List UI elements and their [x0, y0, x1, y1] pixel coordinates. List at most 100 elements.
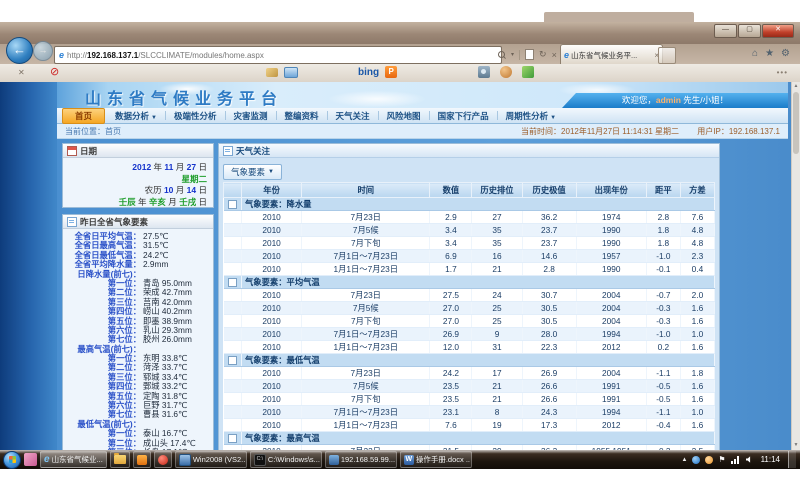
nav-item-8[interactable]: 周期性分析▼ — [500, 110, 562, 122]
back-button[interactable]: ← — [6, 37, 33, 64]
table-row[interactable]: 20107月1日～7月23日23.1824.31994-1.11.0 — [224, 406, 715, 419]
mail-icon[interactable] — [284, 67, 298, 78]
nav-item-label: 极端性分析 — [174, 111, 217, 121]
table-header-row: 年份时间数值历史排位历史极值出现年份距平方差 — [224, 183, 715, 198]
volume-icon[interactable] — [746, 456, 753, 463]
table-row[interactable]: 20107月5候27.02530.52004-0.31.6 — [224, 302, 715, 315]
compatibility-icon[interactable] — [525, 49, 534, 60]
taskbar-window-4[interactable]: Win2008 (VS2... — [175, 451, 247, 468]
nav-item-5[interactable]: 天气关注 — [330, 110, 376, 122]
address-bar[interactable]: e http://192.168.137.1/SLCCLIMATE/module… — [54, 46, 502, 64]
nav-item-6[interactable]: 风险地图 — [381, 110, 427, 122]
table-row[interactable]: 20107月23日24.21726.92004-1.11.8 — [224, 367, 715, 380]
orange-badge-icon[interactable]: P — [385, 66, 397, 78]
action-center-flag-icon[interactable]: ⚑ — [718, 455, 725, 464]
nav-item-label: 国家下行产品 — [438, 111, 489, 121]
taskbar-window-6[interactable]: 192.168.59.99... — [325, 451, 397, 468]
element-filter-button[interactable]: 气象要素 ▼ — [223, 164, 282, 180]
ie-tab-icon: e — [564, 50, 569, 60]
tray-expand-icon[interactable]: ▲ — [681, 457, 687, 463]
taskbar-window-3[interactable] — [154, 451, 172, 468]
group-row[interactable]: 气象要素：最高气温 — [224, 432, 715, 445]
green-app-icon[interactable] — [522, 66, 534, 78]
home-icon[interactable]: ⌂ — [752, 48, 758, 59]
table-cell: -0.3 — [646, 315, 680, 328]
camera-icon[interactable] — [478, 66, 490, 78]
table-row[interactable]: 20107月下旬23.52126.61991-0.51.6 — [224, 393, 715, 406]
toolbar-overflow-icon[interactable]: ••• — [777, 68, 788, 77]
nav-item-7[interactable]: 国家下行产品 — [432, 110, 495, 122]
minimize-button[interactable]: — — [714, 24, 737, 38]
table-row[interactable]: 20107月1日～7月23日6.91614.61957-1.02.3 — [224, 250, 715, 263]
taskbar-window-label: 山东省气候业... — [52, 454, 103, 465]
table-cell: 1.8 — [646, 237, 680, 250]
stop-icon[interactable]: × — [552, 50, 557, 60]
table-row[interactable]: 20107月5候3.43523.719901.84.8 — [224, 224, 715, 237]
nav-item-label: 整编资料 — [285, 111, 319, 121]
calendar-text: 日 — [196, 162, 207, 172]
table-cell: 25 — [472, 302, 522, 315]
chevron-down-icon[interactable]: ▾ — [511, 51, 514, 58]
expand-checkbox[interactable] — [228, 278, 237, 287]
divider — [519, 50, 520, 60]
expand-checkbox[interactable] — [228, 356, 237, 365]
tray-ball-icon[interactable] — [692, 456, 700, 464]
table-row[interactable]: 20107月23日2.92736.219742.87.6 — [224, 211, 715, 224]
nav-item-2[interactable]: 极端性分析 — [168, 110, 223, 122]
start-button[interactable] — [3, 451, 21, 469]
taskbar-window-5[interactable]: C:\C:\Windows\s... — [250, 451, 322, 468]
toolbar-close-icon[interactable]: ✕ — [18, 68, 25, 77]
expand-checkbox[interactable] — [228, 200, 237, 209]
pinned-app-icon[interactable] — [24, 453, 37, 466]
nav-item-0[interactable]: 首页 — [62, 108, 105, 124]
scrollbar[interactable]: ▲ ▼ — [791, 82, 800, 450]
table-row[interactable]: 20101月1日～7月23日7.61917.32012-0.41.6 — [224, 419, 715, 432]
calendar-line: 2012 年 11 月 27 日 — [69, 162, 207, 174]
table-cell: 27.0 — [430, 315, 472, 328]
table-row[interactable]: 20101月1日～7月23日1.7212.81990-0.10.4 — [224, 263, 715, 276]
close-button[interactable]: ✕ — [762, 24, 794, 38]
browser-tab[interactable]: e 山东省气候业务平... × — [560, 44, 663, 65]
bing-logo[interactable]: bing — [358, 67, 379, 78]
table-row[interactable]: 20107月5候23.52126.61991-0.51.6 — [224, 380, 715, 393]
table-row[interactable]: 20107月下旬27.02530.52004-0.31.6 — [224, 315, 715, 328]
table-row[interactable]: 20107月1日～7月23日26.9928.01994-1.01.0 — [224, 328, 715, 341]
expand-checkbox[interactable] — [228, 434, 237, 443]
tray-bird-icon[interactable] — [705, 456, 713, 464]
scroll-down-icon[interactable]: ▼ — [792, 441, 800, 450]
new-tab-button[interactable] — [658, 47, 676, 64]
favorites-star-icon[interactable]: ★ — [765, 48, 774, 59]
taskbar-window-0[interactable]: e山东省气候业... — [40, 451, 107, 468]
settings-gear-icon[interactable]: ⚙ — [781, 48, 790, 59]
table-cell: -0.4 — [646, 419, 680, 432]
card-icon[interactable] — [266, 68, 278, 77]
nav-item-4[interactable]: 整编资料 — [279, 110, 325, 122]
blocker-icon[interactable]: ⊘ — [50, 66, 59, 79]
group-row[interactable]: 气象要素：降水量 — [224, 198, 715, 211]
table-cell: 7.6 — [680, 211, 714, 224]
scroll-thumb[interactable] — [793, 92, 799, 154]
search-icon[interactable] — [498, 51, 506, 59]
status-text: 当前时间：2012年11月27日 11:14:31 星期二 用户IP：192.1… — [521, 126, 780, 137]
forward-button[interactable]: → — [33, 41, 53, 61]
taskbar-window-7[interactable]: W操作手册.docx .. — [400, 451, 472, 468]
site-container: 山东省气候业务平台 欢迎您，admin 先生/小姐！ 首页数据分析▼极端性分析灾… — [57, 82, 788, 450]
taskbar-window-1[interactable] — [110, 451, 130, 468]
table-row[interactable]: 20107月23日27.52430.72004-0.72.0 — [224, 289, 715, 302]
maximize-button[interactable]: ▢ — [738, 24, 761, 38]
show-desktop-button[interactable] — [788, 451, 796, 468]
nav-item-1[interactable]: 数据分析▼ — [109, 110, 163, 122]
table-row[interactable]: 20107月下旬3.43523.719901.84.8 — [224, 237, 715, 250]
group-row[interactable]: 气象要素：平均气温 — [224, 276, 715, 289]
network-icon[interactable] — [731, 456, 741, 464]
group-row[interactable]: 气象要素：最低气温 — [224, 354, 715, 367]
browser-titlebar — [0, 22, 800, 44]
scroll-up-icon[interactable]: ▲ — [792, 82, 800, 91]
nav-item-3[interactable]: 灾害监测 — [228, 110, 274, 122]
refresh-icon[interactable]: ↻ — [539, 49, 547, 60]
weather-focus-header: 天气关注 — [219, 144, 719, 158]
table-row[interactable]: 20101月1日～7月23日12.03122.320120.21.6 — [224, 341, 715, 354]
paw-icon[interactable] — [500, 66, 512, 78]
taskbar-window-2[interactable] — [133, 451, 151, 468]
taskbar-clock[interactable]: 11:14 — [761, 455, 780, 464]
